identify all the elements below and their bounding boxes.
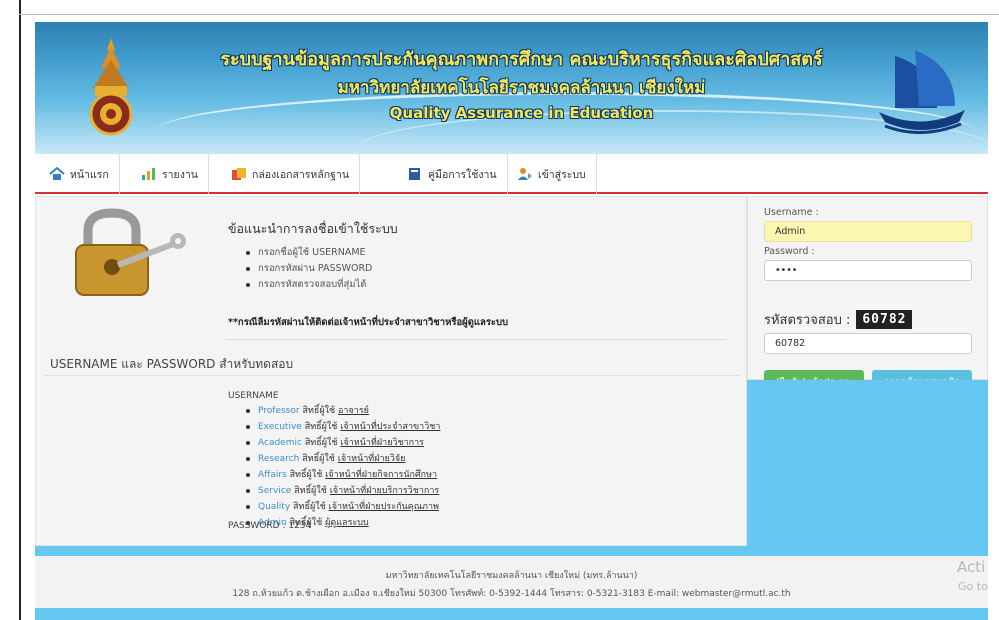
account-role: Executive bbox=[258, 422, 302, 432]
nav-item-label: กล่องเอกสารหลักฐาน bbox=[252, 168, 350, 181]
account-role: Service bbox=[258, 486, 292, 496]
account-role: Quality bbox=[258, 502, 291, 512]
main-nav: หน้าแรก รายงาน กล่องเอกสารหลักฐาน คู่มือ… bbox=[35, 154, 988, 194]
password-label: Password : bbox=[764, 246, 815, 257]
nav-item-evidence[interactable]: กล่องเอกสารหลักฐาน bbox=[221, 154, 361, 194]
login-form: Username : Password : รหัสตรวจสอบ : 6078… bbox=[747, 196, 988, 394]
nav-item-label: หน้าแรก bbox=[70, 168, 109, 181]
role-link[interactable]: อาจารย์ bbox=[338, 406, 369, 416]
instructions-list: กรอกชื่อผู้ใช้ USERNAME กรอกรหัสผ่าน PAS… bbox=[246, 245, 728, 293]
list-item: Affairs สิทธิ์ผู้ใช้ เจ้าหน้าที่ฝ่ายกิจก… bbox=[246, 467, 728, 483]
footer-university: มหาวิทยาลัยเทคโนโลยีราชมงคลล้านนา เชียงใ… bbox=[385, 571, 638, 581]
nav-item-login[interactable]: เข้าสู่ระบบ bbox=[507, 154, 597, 194]
nav-item-label: เข้าสู่ระบบ bbox=[538, 168, 586, 181]
password-input[interactable] bbox=[764, 260, 972, 281]
instruction-item: กรอกรหัสผ่าน PASSWORD bbox=[246, 261, 728, 277]
login-instructions: ข้อแนะนำการลงชื่อเข้าใช้ระบบ กรอกชื่อผู้… bbox=[228, 219, 728, 293]
list-item: Quality สิทธิ์ผู้ใช้ เจ้าหน้าที่ฝ่ายประก… bbox=[246, 499, 728, 515]
permission-word: สิทธิ์ผู้ใช้ bbox=[302, 454, 335, 464]
login-guide-panel: ข้อแนะนำการลงชื่อเข้าใช้ระบบ กรอกชื่อผู้… bbox=[35, 196, 747, 546]
test-accounts-title: USERNAME และ PASSWORD สำหรับทดสอบ bbox=[50, 357, 294, 371]
page: ระบบฐานข้อมูลการประกันคุณภาพการศึกษา คณะ… bbox=[35, 22, 988, 620]
home-icon bbox=[49, 167, 65, 180]
list-item: Admin สิทธิ์ผู้ใช้ ผู้ดูแลระบบ bbox=[246, 515, 728, 531]
role-link[interactable]: เจ้าหน้าที่ประจำสาขาวิชา bbox=[340, 422, 440, 432]
instruction-item: กรอกรหัสตรวจสอบที่สุ่มได้ bbox=[246, 277, 728, 293]
screenshot-frame: ระบบฐานข้อมูลการประกันคุณภาพการศึกษา คณะ… bbox=[0, 0, 999, 620]
list-item: Academic สิทธิ์ผู้ใช้ เจ้าหน้าที่ฝ่ายวิช… bbox=[246, 435, 728, 451]
permission-word: สิทธิ์ผู้ใช้ bbox=[302, 406, 336, 416]
permission-word: สิทธิ์ผู้ใช้ bbox=[304, 422, 338, 432]
sidebar-fill bbox=[747, 380, 988, 546]
nav-item-report[interactable]: รายงาน bbox=[131, 154, 209, 194]
windows-activation-subtext: Go to bbox=[958, 580, 988, 593]
divider bbox=[226, 339, 726, 340]
account-role: Academic bbox=[258, 438, 302, 448]
banner-title-thai: ระบบฐานข้อมูลการประกันคุณภาพการศึกษา คณะ… bbox=[220, 49, 823, 70]
banner-university-name: มหาวิทยาลัยเทคโนโลยีราชมงคลล้านนา เชียงใ… bbox=[337, 78, 706, 98]
account-role: Professor bbox=[258, 406, 300, 416]
test-password: PASSWORD : 1234 bbox=[228, 521, 312, 531]
nav-item-manual[interactable]: คู่มือการใช้งาน bbox=[397, 154, 508, 194]
banner-subtitle-english: Quality Assurance in Education bbox=[389, 104, 654, 122]
footer: มหาวิทยาลัยเทคโนโลยีราชมงคลล้านนา เชียงใ… bbox=[35, 556, 988, 608]
test-accounts-list: USERNAME Professor สิทธิ์ผู้ใช้ อาจารย์ … bbox=[228, 391, 728, 531]
permission-word: สิทธิ์ผู้ใช้ bbox=[289, 470, 323, 480]
instruction-item: กรอกชื่อผู้ใช้ USERNAME bbox=[246, 245, 728, 261]
report-icon bbox=[142, 168, 155, 180]
login-user-icon bbox=[518, 168, 532, 180]
footer-stripe bbox=[35, 546, 988, 556]
forgot-password-note: **กรณีลืมรหัสผ่านให้ติดต่อเจ้าหน้าที่ประ… bbox=[228, 317, 509, 328]
footer-contact: 128 ถ.ห้วยแก้ว ต.ช้างเผือก อ.เมือง จ.เชี… bbox=[232, 589, 791, 599]
list-item: Professor สิทธิ์ผู้ใช้ อาจารย์ bbox=[246, 403, 728, 419]
permission-word: สิทธิ์ผู้ใช้ bbox=[293, 502, 326, 512]
window-border bbox=[19, 0, 21, 620]
captcha-input[interactable] bbox=[764, 333, 972, 354]
manual-icon bbox=[409, 168, 420, 180]
padlock-key-icon bbox=[75, 208, 186, 296]
captcha-code: 60782 bbox=[856, 310, 913, 329]
list-item: Executive สิทธิ์ผู้ใช้ เจ้าหน้าที่ประจำส… bbox=[246, 419, 728, 435]
role-link[interactable]: เจ้าหน้าที่ฝ่ายบริการวิชาการ bbox=[330, 486, 440, 496]
role-link[interactable]: ผู้ดูแลระบบ bbox=[325, 518, 369, 528]
nav-item-label: คู่มือการใช้งาน bbox=[428, 168, 497, 181]
permission-word: สิทธิ์ผู้ใช้ bbox=[304, 438, 338, 448]
role-link[interactable]: เจ้าหน้าที่ฝ่ายวิชาการ bbox=[340, 438, 424, 448]
document-box-icon bbox=[232, 168, 246, 180]
header-banner: ระบบฐานข้อมูลการประกันคุณภาพการศึกษา คณะ… bbox=[35, 22, 988, 154]
username-label: Username : bbox=[764, 207, 819, 218]
role-link[interactable]: เจ้าหน้าที่ฝ่ายประกันคุณภาพ bbox=[329, 502, 439, 512]
permission-word: สิทธิ์ผู้ใช้ bbox=[294, 486, 327, 496]
role-link[interactable]: เจ้าหน้าที่ฝ่ายวิจัย bbox=[338, 454, 406, 464]
account-role: Research bbox=[258, 454, 300, 464]
instructions-heading: ข้อแนะนำการลงชื่อเข้าใช้ระบบ bbox=[228, 221, 398, 236]
list-item: Service สิทธิ์ผู้ใช้ เจ้าหน้าที่ฝ่ายบริก… bbox=[246, 483, 728, 499]
captcha-row: รหัสตรวจสอบ : 60782 bbox=[764, 309, 913, 330]
list-item: Research สิทธิ์ผู้ใช้ เจ้าหน้าที่ฝ่ายวิจ… bbox=[246, 451, 728, 467]
account-role: Affairs bbox=[258, 470, 287, 480]
captcha-label: รหัสตรวจสอบ : bbox=[764, 313, 851, 328]
nav-item-home[interactable]: หน้าแรก bbox=[39, 154, 120, 194]
ship-logo bbox=[879, 50, 965, 134]
window-border-top bbox=[19, 14, 999, 15]
username-input[interactable] bbox=[764, 221, 972, 242]
divider bbox=[44, 375, 740, 376]
role-link[interactable]: เจ้าหน้าที่ฝ่ายกิจการนักศึกษา bbox=[325, 470, 437, 480]
nav-item-label: รายงาน bbox=[162, 168, 198, 181]
windows-activation-watermark: Acti bbox=[957, 558, 986, 576]
footer-stripe-bottom bbox=[35, 608, 988, 620]
username-heading: USERNAME bbox=[228, 391, 279, 401]
